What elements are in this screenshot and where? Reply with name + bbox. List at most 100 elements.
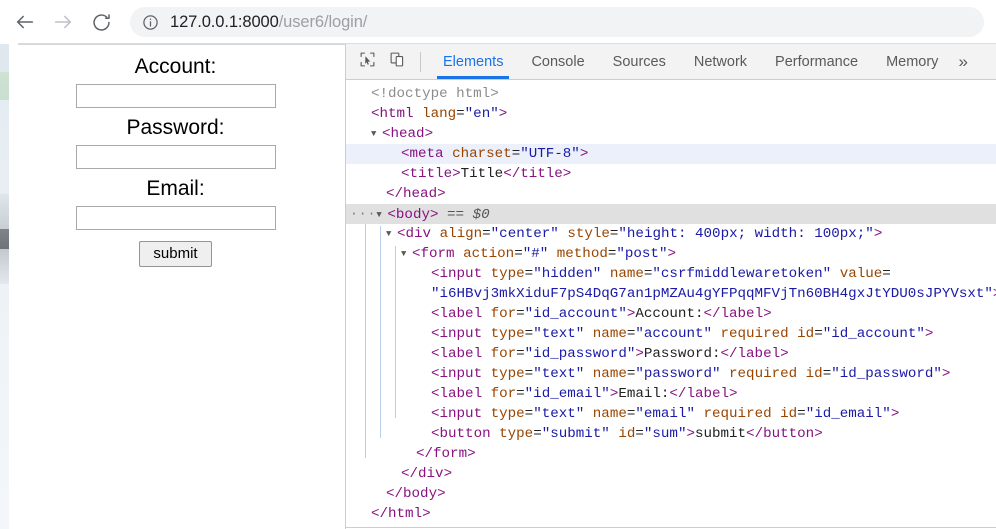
tab-elements[interactable]: Elements — [429, 44, 517, 79]
label-account-for-value: "id_account" — [524, 306, 627, 322]
badge-dots-icon[interactable]: ··· — [350, 204, 376, 224]
dom-row-form-open[interactable]: ▼ <form action="#" method="post"> — [346, 244, 996, 264]
tab-memory-label: Memory — [886, 53, 939, 70]
label-email-tag: <label — [431, 386, 483, 402]
input-password-required-attr: required — [729, 366, 798, 382]
tab-performance-label: Performance — [775, 53, 859, 70]
button-type-attr: type — [499, 426, 534, 442]
tab-console-label: Console — [531, 53, 585, 70]
input-email-id-attr: id — [780, 406, 798, 422]
input-account-name-value: "account" — [635, 326, 712, 342]
dom-row-button[interactable]: <button type="submit" id="sum">submit</b… — [346, 424, 996, 444]
input-password-type-attr: type — [490, 366, 525, 382]
site-info-icon[interactable] — [142, 14, 159, 31]
label-account-text: Account: — [635, 306, 704, 322]
dom-row-label-account[interactable]: <label for="id_account">Account:</label> — [346, 304, 996, 324]
dom-row-head-close[interactable]: </head> — [346, 184, 996, 204]
dom-row-body-close[interactable]: </body> — [346, 484, 996, 504]
tab-network[interactable]: Network — [680, 44, 761, 79]
expand-triangle-div-icon[interactable]: ▼ — [386, 224, 397, 244]
csrf-token-value: "i6HBvj3mkXiduF7pS4DqG7an1pMZAu4gYFPqqMF… — [431, 286, 993, 302]
browser-toolbar: 127.0.0.1:8000/user6/login/ — [0, 0, 996, 44]
label-password-close: </label> — [720, 346, 789, 362]
input-email-name-attr: name — [592, 406, 627, 422]
expand-triangle-form-icon[interactable]: ▼ — [401, 244, 412, 264]
label-password-for-value: "id_password" — [524, 346, 636, 362]
button-tag: <button — [431, 426, 491, 442]
reload-button[interactable] — [82, 3, 120, 41]
expand-triangle-body-icon[interactable]: ▼ — [376, 205, 387, 225]
title-open-tag: <title> — [401, 166, 461, 182]
dom-row-div-open[interactable]: ▼ <div align="center" style="height: 400p… — [346, 224, 996, 244]
label-password-text: Password: — [643, 346, 721, 362]
title-text: Title — [460, 166, 504, 182]
button-inner-text: submit — [694, 426, 747, 442]
input-password-id-attr: id — [805, 366, 823, 382]
url-text: 127.0.0.1:8000/user6/login/ — [170, 13, 367, 32]
page-viewport: Account: Password: Email: submit — [0, 44, 345, 529]
button-type-value: "submit" — [541, 426, 610, 442]
dom-row-head-open[interactable]: ▼ <head> — [346, 124, 996, 144]
tab-sources-label: Sources — [612, 53, 666, 70]
tab-performance[interactable]: Performance — [761, 44, 872, 79]
html-lang-attr: lang — [422, 106, 457, 122]
input-password-type-value: "text" — [533, 366, 585, 382]
csrf-name-value: "csrfmiddlewaretoken" — [652, 266, 832, 282]
address-bar[interactable]: 127.0.0.1:8000/user6/login/ — [130, 7, 984, 37]
dom-row-input-password[interactable]: <input type="text" name="password" requi… — [346, 364, 996, 384]
tab-memory[interactable]: Memory — [872, 44, 952, 79]
dom-row-div-close[interactable]: </div> — [346, 464, 996, 484]
dom-row-csrf-token[interactable]: "i6HBvj3mkXiduF7pS4DqG7an1pMZAu4gYFPqqMF… — [346, 284, 996, 304]
body-selected-marker: == $0 — [447, 207, 490, 223]
dom-tree[interactable]: <!doctype html> <html lang="en"> ▼ <head>… — [346, 80, 996, 528]
input-email-required-attr: required — [703, 406, 772, 422]
email-label: Email: — [146, 177, 205, 200]
devtools-bottom-divider — [346, 527, 996, 528]
dom-row-body-open[interactable]: ···▼ <body> == $0 — [346, 204, 996, 224]
dom-row-input-account[interactable]: <input type="text" name="account" requir… — [346, 324, 996, 344]
forward-button[interactable] — [44, 3, 82, 41]
input-password-name-value: "password" — [635, 366, 721, 382]
html-close-tag: </html> — [371, 506, 431, 522]
form-action-value: "#" — [522, 246, 549, 262]
forward-arrow-icon — [52, 11, 74, 33]
div-style-value: "height: 400px; width: 100px;" — [618, 226, 874, 242]
devtools-tabbar: Elements Console Sources Network Perform… — [346, 44, 996, 80]
dom-row-html-close[interactable]: </html> — [346, 504, 996, 524]
account-input[interactable] — [75, 84, 276, 108]
dom-row-input-email[interactable]: <input type="text" name="email" required… — [346, 404, 996, 424]
form-method-attr: method — [556, 246, 608, 262]
email-input[interactable] — [75, 206, 276, 230]
tab-console[interactable]: Console — [517, 44, 598, 79]
input-account-id-value: "id_account" — [822, 326, 925, 342]
dom-row-html-open[interactable]: <html lang="en"> — [346, 104, 996, 124]
csrf-value-attr: value — [839, 266, 883, 282]
toolbar-separator — [420, 51, 421, 72]
head-close-tag: </head> — [386, 186, 446, 202]
input-account-required-attr: required — [720, 326, 789, 342]
label-password-tag: <label — [431, 346, 483, 362]
body-close-tag: </body> — [386, 486, 446, 502]
input-email-id-value: "id_email" — [805, 406, 891, 422]
dom-row-title[interactable]: <title>Title</title> — [346, 164, 996, 184]
meta-tag: <meta — [401, 146, 444, 162]
label-account-close: </label> — [703, 306, 772, 322]
expand-triangle-head-icon[interactable]: ▼ — [371, 124, 382, 144]
dom-row-label-email[interactable]: <label for="id_email">Email:</label> — [346, 384, 996, 404]
account-label: Account: — [134, 55, 217, 78]
more-tabs-button[interactable]: » — [952, 44, 977, 79]
dom-row-form-close[interactable]: </form> — [346, 444, 996, 464]
dom-row-doctype[interactable]: <!doctype html> — [346, 84, 996, 104]
dom-row-csrf-input[interactable]: <input type="hidden" name="csrfmiddlewar… — [346, 264, 996, 284]
input-password-tag: <input — [431, 366, 483, 382]
submit-button[interactable]: submit — [139, 241, 212, 267]
tab-sources[interactable]: Sources — [599, 44, 680, 79]
dom-row-meta[interactable]: <meta charset="UTF-8"> — [346, 144, 996, 164]
back-button[interactable] — [6, 3, 44, 41]
inspect-element-button[interactable] — [352, 44, 382, 79]
password-input[interactable] — [75, 145, 276, 169]
dom-row-label-password[interactable]: <label for="id_password">Password:</labe… — [346, 344, 996, 364]
url-path: /user6/login/ — [278, 12, 368, 31]
more-tabs-icon: » — [958, 51, 968, 71]
device-toolbar-button[interactable] — [382, 44, 412, 79]
